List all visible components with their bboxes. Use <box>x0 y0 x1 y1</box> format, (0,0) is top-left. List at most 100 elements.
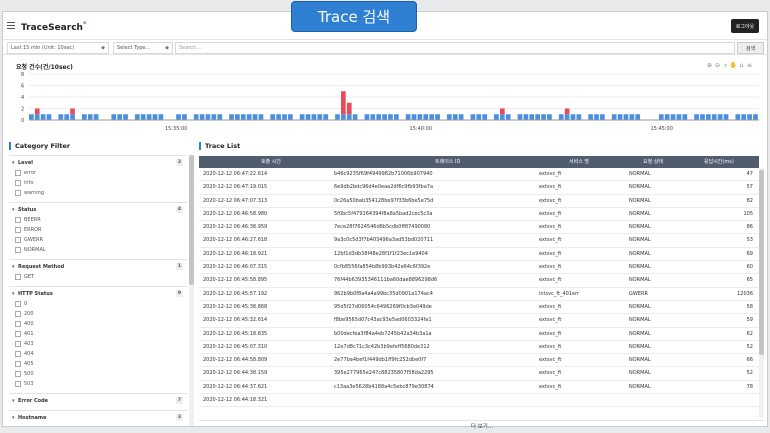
chart-bar-normal[interactable] <box>476 114 482 120</box>
chart-bar-normal[interactable] <box>423 114 429 120</box>
chart-bar-normal[interactable] <box>723 114 729 120</box>
zoom-in-icon[interactable]: ⊕ <box>706 62 713 69</box>
chart-bar-normal[interactable] <box>452 114 458 120</box>
chart-bar-normal[interactable] <box>446 114 452 120</box>
chart-bar-error[interactable] <box>34 108 40 115</box>
chart-bar-normal[interactable] <box>46 114 52 120</box>
chart-bar-normal[interactable] <box>458 114 464 120</box>
col-service-name[interactable]: 서비스 명 <box>569 156 589 168</box>
chart-bar-normal[interactable] <box>711 114 717 120</box>
chart-bar-normal[interactable] <box>123 114 128 120</box>
category-option[interactable]: 500 <box>12 369 187 379</box>
chart-bar-normal[interactable] <box>405 114 411 120</box>
checkbox[interactable] <box>15 331 21 337</box>
chart-bar-normal[interactable] <box>682 114 688 120</box>
chart-bar-normal[interactable] <box>93 114 99 120</box>
category-section-header[interactable]: Error Code 7 <box>12 397 187 406</box>
chart-bar-normal[interactable] <box>176 114 181 120</box>
chart-bar-normal[interactable] <box>700 114 705 120</box>
category-option[interactable]: ERROR <box>12 225 187 235</box>
chart-bar-normal[interactable] <box>388 114 393 120</box>
checkbox[interactable] <box>15 247 21 253</box>
chart-bar-normal[interactable] <box>505 114 511 120</box>
col-call-time[interactable]: 호출 시간 <box>261 156 281 168</box>
chart-bar-normal[interactable] <box>588 114 593 120</box>
col-trace-id[interactable]: 트레이스 ID <box>435 156 460 168</box>
chart-bar-normal[interactable] <box>276 114 281 120</box>
chart-bar-normal[interactable] <box>34 114 40 120</box>
category-scrollbar[interactable] <box>189 155 194 426</box>
category-option[interactable]: 503 <box>12 379 187 389</box>
chart-bar-normal[interactable] <box>529 114 535 120</box>
checkbox[interactable] <box>15 170 21 176</box>
chart-bar-normal[interactable] <box>435 114 440 120</box>
category-section-header[interactable]: Level 3 <box>12 159 187 168</box>
chart-bar-normal[interactable] <box>535 114 540 120</box>
table-row[interactable]: 2020-12-12 06:45:07.310 12e7d8c71c3c42b3b… <box>199 341 759 355</box>
table-row[interactable]: 2020-12-12 06:45:18.835 b00decfea3f84a4eb… <box>199 328 759 341</box>
table-row[interactable]: 2020-12-12 06:46:38.959 7ece28f7624546d6b… <box>199 221 759 235</box>
chart-bar-normal[interactable] <box>317 114 323 120</box>
chart-bar-normal[interactable] <box>611 114 617 120</box>
col-request-status[interactable]: 요청 상태 <box>643 156 663 168</box>
category-section-header[interactable]: Status 4 <box>12 206 187 215</box>
checkbox[interactable] <box>15 180 21 186</box>
chart-bar-error[interactable] <box>499 108 505 115</box>
chart-bar-normal[interactable] <box>81 114 87 120</box>
category-option[interactable]: 0 <box>12 299 187 309</box>
menu-icon[interactable]: ≡ <box>746 62 753 69</box>
chart-bar-normal[interactable] <box>311 114 317 120</box>
chart-bar-normal[interactable] <box>706 114 711 120</box>
hamburger-menu-icon[interactable] <box>7 22 15 29</box>
category-option[interactable]: GWERR <box>12 235 187 245</box>
logout-button[interactable]: 로그아웃 <box>731 19 759 33</box>
chart-bar-normal[interactable] <box>417 114 423 120</box>
category-option[interactable]: info <box>12 178 187 188</box>
chart-bar-normal[interactable] <box>635 114 641 120</box>
pan-icon[interactable]: ✋ <box>730 62 737 69</box>
magnify-icon[interactable]: ⌕ <box>722 62 729 69</box>
chart-bar-normal[interactable] <box>346 114 352 120</box>
table-row[interactable]: 2020-12-12 06:45:58.895 76f44b63935346111… <box>199 274 759 288</box>
chart-bar-normal[interactable] <box>676 114 682 120</box>
chart-bar-normal[interactable] <box>617 114 623 120</box>
chart-bar-normal[interactable] <box>576 114 582 120</box>
category-option[interactable]: 404 <box>12 349 187 359</box>
chart-bar-normal[interactable] <box>205 114 211 120</box>
chart-bar-normal[interactable] <box>523 114 529 120</box>
table-row[interactable]: 2020-12-12 06:44:58.809 2e77ba4bef1f449db… <box>199 354 759 368</box>
chart-bar-normal[interactable] <box>323 114 329 120</box>
chart-bar-normal[interactable] <box>499 114 505 120</box>
chart-bar-normal[interactable] <box>411 114 417 120</box>
category-scroll-thumb[interactable] <box>189 155 194 285</box>
chart-bar-normal[interactable] <box>258 114 264 120</box>
chart-bar-normal[interactable] <box>252 114 258 120</box>
chart-bar-normal[interactable] <box>58 114 64 120</box>
chart-bar-error[interactable] <box>70 108 75 115</box>
chart-bar-normal[interactable] <box>694 114 699 120</box>
chart-bar-error[interactable] <box>564 108 570 115</box>
checkbox[interactable] <box>15 301 21 307</box>
chart-bar-normal[interactable] <box>193 114 199 120</box>
chart-bar-normal[interactable] <box>217 114 223 120</box>
category-option[interactable]: error <box>12 168 187 178</box>
chart-bar-normal[interactable] <box>517 114 523 120</box>
checkbox[interactable] <box>15 217 21 223</box>
zoom-out-icon[interactable]: ⊖ <box>714 62 721 69</box>
chart-bar-normal[interactable] <box>541 114 546 120</box>
load-more-button[interactable]: 더 보기... <box>199 420 765 432</box>
chart-bar-normal[interactable] <box>623 114 629 120</box>
category-option[interactable]: 200 <box>12 309 187 319</box>
checkbox[interactable] <box>15 361 21 367</box>
chart-bar-normal[interactable] <box>29 114 34 120</box>
category-option[interactable]: 400 <box>12 319 187 329</box>
chart-bar-normal[interactable] <box>352 114 358 120</box>
chart-bar-normal[interactable] <box>146 114 152 120</box>
category-option[interactable]: BEERR <box>12 215 187 225</box>
chart-bar-normal[interactable] <box>70 114 75 120</box>
category-option[interactable]: GET <box>12 272 187 282</box>
time-range-select[interactable]: Last 15 min (Unit: 10sec) ◆ <box>7 42 109 54</box>
type-select[interactable]: Select Type... ◆ <box>113 42 173 54</box>
trace-scrollbar[interactable] <box>759 168 764 418</box>
chart-bar-normal[interactable] <box>482 114 488 120</box>
